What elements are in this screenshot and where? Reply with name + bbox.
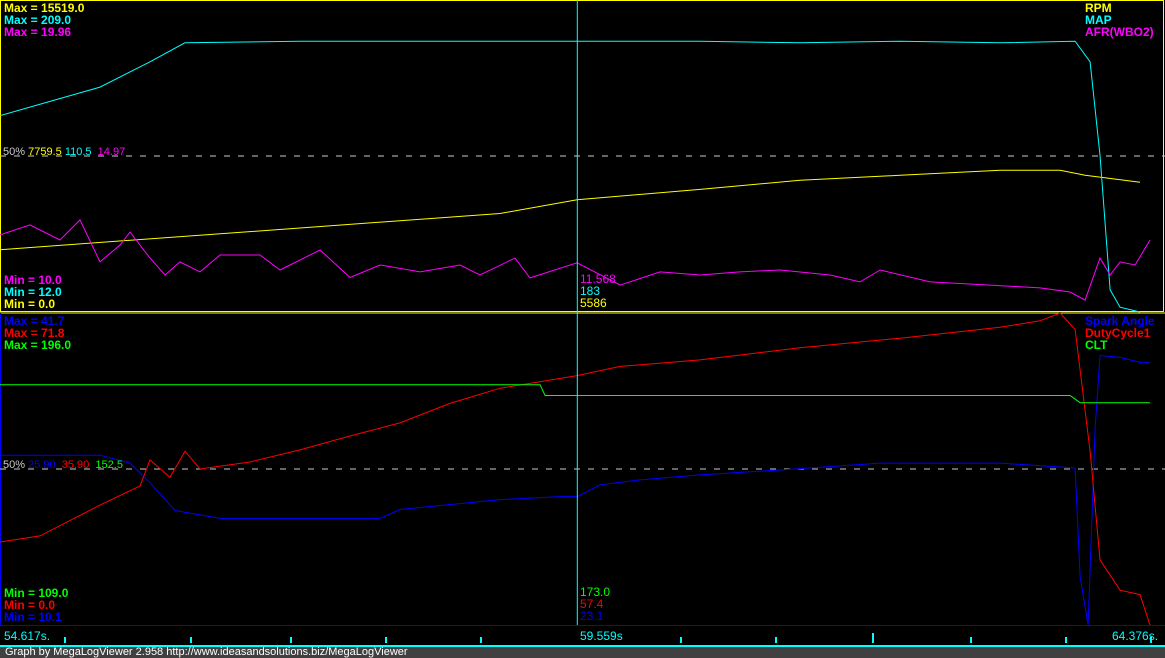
time-tick <box>680 637 682 643</box>
mid-pct: 50% <box>3 146 26 158</box>
series-clt <box>0 384 1150 404</box>
series-afr-wbo2- <box>0 219 1151 301</box>
mid-afr: 14.97 <box>97 146 126 158</box>
mid-pct: 50% <box>3 459 26 471</box>
cursor-rpm: 5586 <box>580 296 607 310</box>
time-tick <box>970 637 972 643</box>
time-start: 54.617s. <box>4 629 51 643</box>
mid-rpm: 7759.5 <box>28 146 62 158</box>
log-graph[interactable] <box>0 0 1165 625</box>
mid-spark: 25.90 <box>28 459 56 471</box>
time-tick <box>775 637 777 643</box>
time-tick <box>1150 637 1152 643</box>
legend-afr[interactable]: AFR(WBO2) <box>1085 26 1154 38</box>
series-rpm <box>0 169 1141 251</box>
afr-max: Max = 19.96 <box>4 25 72 39</box>
mid-map: 110.5 <box>64 146 92 158</box>
clt-max: Max = 196.0 <box>4 338 72 352</box>
time-tick <box>64 637 66 643</box>
time-tick <box>290 637 292 643</box>
rpm-min: Min = 0.0 <box>4 297 56 311</box>
time-tick <box>385 637 387 643</box>
legend-clt[interactable]: CLT <box>1085 339 1107 351</box>
footer-credit: Graph by MegaLogViewer 2.958 http://www.… <box>0 645 1165 658</box>
time-axis[interactable]: 54.617s. 59.559s 64.376s. <box>0 625 1165 645</box>
mid-clt: 152.5 <box>95 459 123 471</box>
series-map <box>0 40 1141 313</box>
time-tick <box>1065 637 1067 643</box>
bottom-mid-values: 50% 25.90 35.90 152.5 <box>3 460 123 471</box>
time-tick <box>190 637 192 643</box>
time-tick <box>872 633 874 643</box>
top-mid-values: 50% 7759.5 110.5 14.97 <box>3 147 125 158</box>
time-tick <box>480 637 482 643</box>
spark-min: Min = 10.1 <box>4 610 62 624</box>
cursor-spark: 23.1 <box>580 609 604 623</box>
mid-duty: 35.90 <box>61 459 90 471</box>
time-cursor-label: 59.559s <box>580 629 623 643</box>
